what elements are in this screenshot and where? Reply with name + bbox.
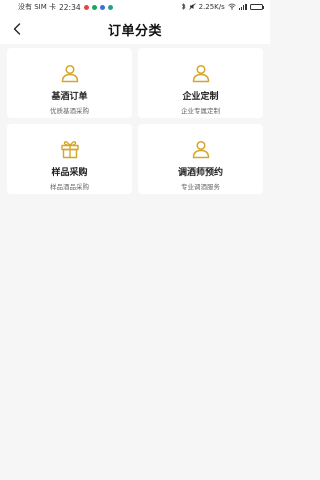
category-card-base-liquor[interactable]: 基酒订单 优质基酒采购 <box>7 48 132 118</box>
back-button[interactable] <box>10 22 24 36</box>
card-title: 企业定制 <box>182 92 219 102</box>
chevron-left-icon <box>13 23 21 35</box>
bluetooth-icon <box>181 2 186 12</box>
clock: 22:34 <box>59 2 81 12</box>
network-speed: 2.25K/s <box>198 3 225 11</box>
card-description: 样品酒品采购 <box>50 183 89 191</box>
wechat-icon <box>91 4 97 10</box>
app-notification-icon <box>107 4 113 10</box>
category-card-bartender[interactable]: 调酒师预约 专业调酒服务 <box>138 124 263 194</box>
wifi-icon <box>228 3 236 12</box>
app-notification-icon <box>99 4 105 10</box>
card-title: 样品采购 <box>51 168 88 178</box>
notification-icon <box>83 4 89 10</box>
card-description: 专业调酒服务 <box>181 183 220 191</box>
card-description: 企业专属定制 <box>181 107 220 115</box>
user-icon <box>189 61 213 85</box>
signal-icon <box>238 4 247 10</box>
card-title: 调酒师预约 <box>177 168 223 178</box>
category-card-enterprise[interactable]: 企业定制 企业专属定制 <box>138 48 263 118</box>
gift-icon <box>58 137 82 161</box>
battery-icon <box>249 4 264 10</box>
category-card-samples[interactable]: 样品采购 样品酒品采购 <box>7 124 132 194</box>
status-right: 2.25K/s <box>181 2 264 12</box>
user-icon <box>58 61 82 85</box>
user-icon <box>189 137 213 161</box>
page-title: 订单分类 <box>107 23 162 39</box>
status-left: 没有 SIM 卡 22:34 <box>18 2 113 12</box>
carrier-text: 没有 SIM 卡 <box>18 3 56 11</box>
card-description: 优质基酒采购 <box>50 107 89 115</box>
mute-icon <box>188 2 196 12</box>
status-bar: 没有 SIM 卡 22:34 2.25K/s <box>0 0 270 14</box>
card-title: 基酒订单 <box>51 92 88 102</box>
app-header: 订单分类 <box>0 14 270 44</box>
